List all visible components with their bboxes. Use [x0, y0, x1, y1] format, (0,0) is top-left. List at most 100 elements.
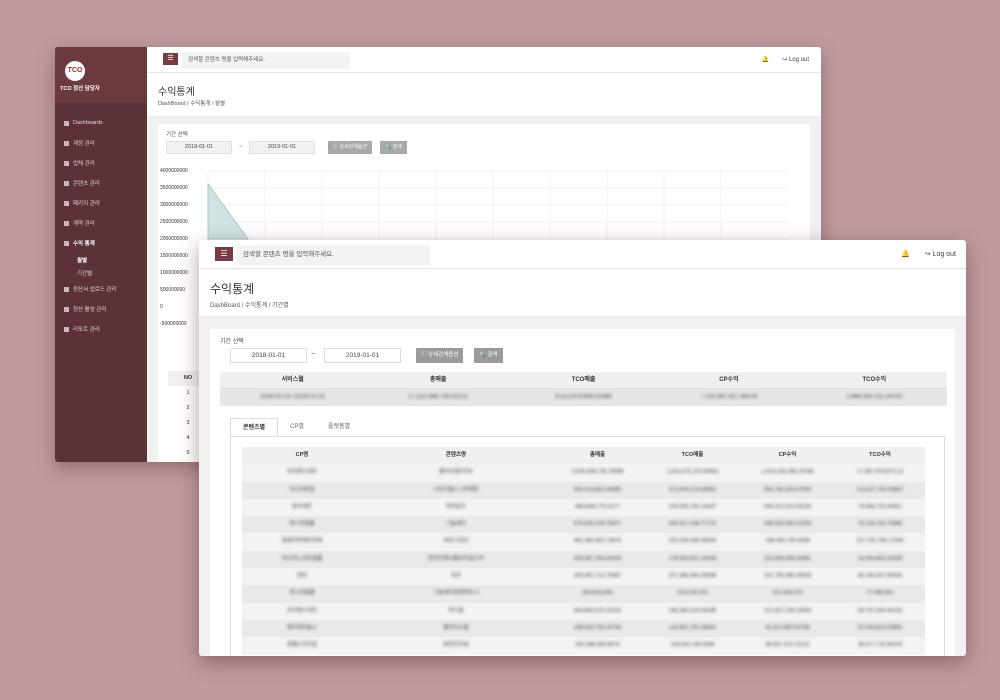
y-tick: 2500000000 [160, 219, 188, 225]
col-header: CP명 [295, 452, 309, 458]
sidebar-menu: Dashboards 계정 관리 업체 관리 콘텐츠 관리 패키지 관리 계약 … [55, 103, 147, 339]
table-cell: 369,481,713.75987 [573, 573, 622, 580]
table-cell: 354,823,055 [582, 590, 613, 597]
table-cell: 한반 [296, 573, 308, 580]
cell: 2,469,391,011.54791 [846, 394, 903, 400]
table-cell: 1,014,332,280.47438 [761, 469, 814, 476]
menu-toggle-button[interactable]: ☰ [215, 247, 233, 261]
breadcrumb: DashBoard / 수익통계 / 월별 [158, 101, 226, 107]
table-cell: 202,688,390.8079 [575, 642, 620, 649]
y-tick: 3500000000 [160, 185, 188, 191]
search-input[interactable]: 검색할 콘텐츠 명을 입력해주세요. [236, 245, 430, 265]
detail-table: CP명 콘텐츠명 총매출 TCO매출 CP수익 TCO수익 조이맨스네트 블라이빌… [242, 447, 925, 655]
table-cell: 121,657,228.19655 [763, 607, 812, 614]
table-row: 미디어노르토필롭 방전안에서돌려주실드부 359,987,394.04204 178,… [242, 550, 925, 569]
table-cell: 그늘세다 [445, 521, 467, 528]
table-cell: 259,746,329.07956 [763, 486, 812, 493]
table-cell: 883,848,776.4177 [575, 503, 620, 510]
table-cell: 38,477,716.96478 [857, 642, 903, 649]
date-to-input[interactable]: 2019-01-01 [324, 348, 401, 363]
table-cell: 113,627,755.05897 [856, 486, 904, 493]
table-cell: 방전안에서돌려주실드부 [428, 555, 484, 562]
detail-search-button[interactable]: ⓘ 상세검색옵션 [328, 141, 372, 154]
sidebar-item-upload[interactable]: 정산서 업로드 관리 [55, 279, 147, 299]
table-row: 에이캐치놀스 블라이스릴 238,594,756.26795 143,061,701.… [242, 619, 925, 638]
logout-link[interactable]: ↪ Log out [925, 250, 956, 258]
tab-platform[interactable]: 플랫폼별 [316, 418, 362, 437]
sidebar: TCO TCO 정산 담당자 Dashboards 계정 관리 업체 관리 콘텐… [55, 47, 147, 462]
film-icon [64, 180, 69, 186]
sidebar-item-revenue[interactable]: 수익 통계 [55, 233, 147, 253]
table-cell: 17,397,979,873.13 [857, 469, 903, 476]
logout-link[interactable]: ↪ Log out [782, 56, 809, 63]
sidebar-item-companies[interactable]: 업체 관리 [55, 153, 147, 173]
table-cell: 외로나진단 [443, 538, 469, 545]
table-cell: 히어로즈 [445, 503, 467, 510]
col-header: 총매출 [589, 452, 606, 458]
bell-icon[interactable]: 🔔 [762, 56, 769, 63]
search-button[interactable]: 🔍 검색 [474, 348, 503, 363]
table-cell: 방전안의섬 [443, 642, 469, 649]
col-header: CP수익 [778, 452, 797, 458]
sidebar-header: TCO TCO 정산 담당자 [55, 47, 147, 103]
sidebar-item-report[interactable]: 리포트 관리 [55, 319, 147, 339]
table-cell: 180,383,624.55398 [668, 607, 717, 614]
user-icon [64, 140, 69, 146]
tilde: ~ [239, 144, 243, 150]
menu-toggle-button[interactable]: ☰ [163, 53, 178, 65]
y-tick: 4000000000 [160, 168, 188, 174]
table-cell: 한나진월롭 [289, 590, 315, 597]
report-icon [64, 326, 69, 332]
sidebar-item-contracts[interactable]: 계약 관리 [55, 213, 147, 233]
y-tick: 500000000 [160, 287, 186, 293]
date-from-input[interactable]: 2018-01-01 [230, 348, 307, 363]
tab-cp[interactable]: CP별 [278, 418, 316, 437]
search-button[interactable]: 🔍 검색 [380, 141, 407, 154]
date-from-input[interactable]: 2018-01-01 [166, 141, 232, 154]
brand-label: TCO 정산 담당자 [60, 86, 100, 92]
table-cell: 74,084,725.44561 [857, 503, 903, 510]
summary-row: 2018-01-01~2019-01-01 17,222,566,740.022… [220, 389, 947, 406]
sidebar-item-accounts[interactable]: 계정 관리 [55, 133, 147, 153]
col-header: CP수익 [719, 377, 739, 383]
table-cell: 마드을 [448, 607, 464, 614]
col-header: TCO수익 [869, 452, 891, 458]
sidebar-subitem-period[interactable]: 기간별 [55, 266, 147, 279]
table-row: 조이맨스네트 블라이빌리지5 2,535,608,735.78998 1,031,67… [242, 464, 925, 482]
page-header: 수익통계 DashBoard / 수익통계 / 월별 [147, 73, 821, 117]
table-cell: 78,134,193.79988 [857, 521, 903, 528]
tab-content[interactable]: 콘텐츠별 [230, 418, 279, 437]
table-header: CP명 콘텐츠명 총매출 TCO매출 CP수익 TCO수익 [242, 447, 925, 465]
table-cell: 102,958,958.41881 [763, 555, 812, 562]
table-cell: 98,957,473.72113 [765, 642, 810, 649]
front-topbar: ☰ 검색할 콘텐츠 명을 입력해주세요. 🔔 ↪ Log out [199, 240, 966, 269]
front-window: ☰ 검색할 콘텐츠 명을 입력해주세요. 🔔 ↪ Log out 수익통계 Da… [199, 240, 966, 656]
sidebar-subitem-monthly[interactable]: 월별 [55, 253, 147, 266]
table-cell: 77,499,991 [866, 590, 894, 597]
sidebar-item-contents[interactable]: 콘텐츠 관리 [55, 173, 147, 193]
bell-icon[interactable]: 🔔 [901, 250, 910, 258]
table-cell: 218,218,220 [677, 590, 708, 597]
table-cell: 포르 [450, 573, 462, 580]
table-cell: 미디어파일 [289, 486, 315, 493]
sidebar-item-dashboards[interactable]: Dashboards [55, 113, 147, 133]
table-cell: 한나진월롭 [289, 521, 315, 528]
table-cell: 그늘세다방엔파트나 [433, 590, 479, 597]
cell: 7,102,487,627.85478 [700, 394, 758, 400]
search-input[interactable]: 검색할 콘텐츠 명을 입력해주세요. [182, 52, 350, 69]
date-to-input[interactable]: 2019-01-01 [249, 141, 315, 154]
tab-panel: CP명 콘텐츠명 총매출 TCO매출 CP수익 TCO수익 조이맨스네트 블라이빌… [230, 436, 945, 656]
table-cell: 블라이빌리지5 [439, 469, 473, 476]
detail-search-button[interactable]: ⓘ 상세검색옵션 [416, 348, 464, 363]
sidebar-item-packages[interactable]: 패키지 관리 [55, 193, 147, 213]
table-cell: 344,417,239.77175 [668, 521, 717, 528]
table-cell: 322,035,949.48434 [668, 538, 717, 545]
table-cell: 엔젤스미인립 [286, 642, 318, 649]
col-header: 콘텐츠명 [445, 452, 467, 458]
table-cell: 80,196,597.95004 [857, 573, 903, 580]
table-cell: 58,747,094.45135 [857, 607, 903, 614]
table-cell: 248,293,035.01293 [763, 521, 812, 528]
table-cell: 227,986,084.39698 [668, 573, 717, 580]
table-cell: 미디어노르토필롭 [281, 555, 323, 562]
sidebar-item-activation[interactable]: 정산 활성 관리 [55, 299, 147, 319]
